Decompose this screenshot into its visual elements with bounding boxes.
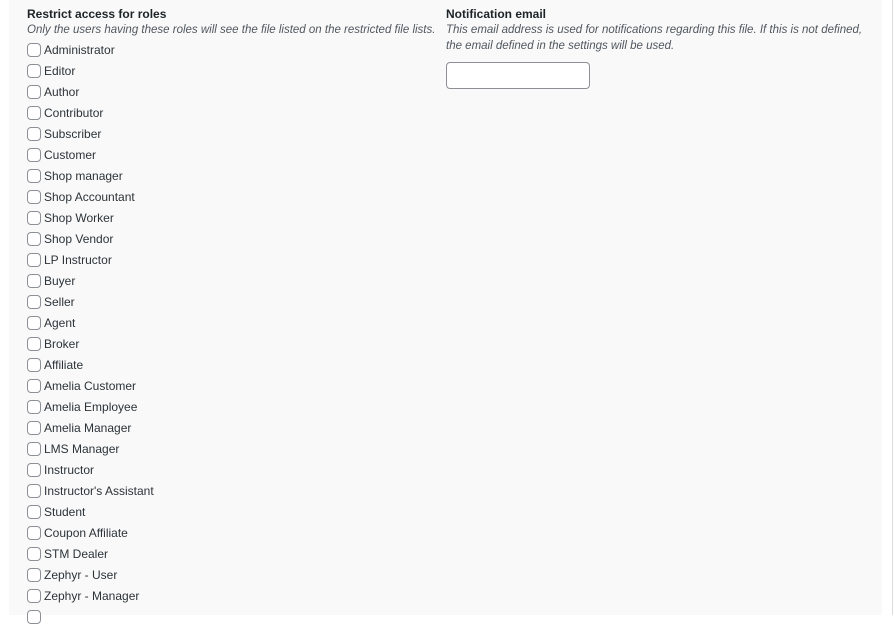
role-checkbox[interactable] — [27, 147, 41, 162]
role-label[interactable]: LP Instructor — [44, 252, 112, 268]
role-option[interactable]: Shop Worker — [27, 207, 437, 228]
role-label[interactable]: Buyer — [44, 273, 75, 289]
role-checkbox[interactable] — [27, 609, 41, 624]
role-option[interactable]: LMS Manager — [27, 438, 437, 459]
role-label[interactable]: Zephyr - User — [44, 567, 117, 583]
role-label[interactable]: Shop Worker — [44, 210, 114, 226]
notification-email-description: This email address is used for notificat… — [446, 24, 863, 52]
role-checkbox[interactable] — [27, 126, 41, 141]
role-option[interactable]: Shop Vendor — [27, 228, 437, 249]
notification-email-section: Notification email This email address is… — [446, 6, 866, 89]
restrict-roles-description: Only the users having these roles will s… — [27, 24, 436, 36]
role-label[interactable]: Shop Vendor — [44, 231, 113, 247]
role-checkbox[interactable] — [27, 462, 41, 477]
notification-email-input[interactable] — [446, 62, 590, 89]
role-checkbox[interactable] — [27, 273, 41, 288]
role-option[interactable]: Customer — [27, 144, 437, 165]
role-label[interactable]: Editor — [44, 63, 75, 79]
role-label[interactable]: Zephyr - Manager — [44, 588, 139, 604]
role-checkbox[interactable] — [27, 231, 41, 246]
role-option[interactable]: Editor — [27, 60, 437, 81]
role-label[interactable]: Broker — [44, 336, 79, 352]
role-option[interactable]: Broker — [27, 333, 437, 354]
role-label[interactable]: Amelia Manager — [44, 420, 131, 436]
role-checkbox[interactable] — [27, 63, 41, 78]
role-label[interactable]: Shop manager — [44, 168, 123, 184]
role-label[interactable]: STM Dealer — [44, 546, 108, 562]
role-checkbox[interactable] — [27, 483, 41, 498]
role-label[interactable]: Administrator — [44, 42, 115, 58]
role-checkbox[interactable] — [27, 420, 41, 435]
role-option[interactable]: Agent — [27, 312, 437, 333]
role-label[interactable]: Agent — [44, 315, 75, 331]
role-checkbox[interactable] — [27, 252, 41, 267]
role-option[interactable]: Instructor's Assistant — [27, 480, 437, 501]
role-label[interactable]: Instructor's Assistant — [44, 483, 154, 499]
role-label[interactable]: Instructor — [44, 462, 94, 478]
role-label[interactable]: Contributor — [44, 105, 103, 121]
role-option[interactable]: Administrator — [27, 39, 437, 60]
role-option[interactable]: Student — [27, 501, 437, 522]
role-checkbox[interactable] — [27, 189, 41, 204]
role-label[interactable]: Student — [44, 504, 85, 520]
role-label[interactable]: Author — [44, 84, 79, 100]
role-option[interactable] — [27, 606, 437, 627]
role-option[interactable]: Buyer — [27, 270, 437, 291]
role-checkbox[interactable] — [27, 504, 41, 519]
role-checkbox[interactable] — [27, 336, 41, 351]
role-option[interactable]: Amelia Customer — [27, 375, 437, 396]
role-checkbox[interactable] — [27, 357, 41, 372]
role-checkbox[interactable] — [27, 525, 41, 540]
role-checkbox[interactable] — [27, 588, 41, 603]
role-checkbox[interactable] — [27, 378, 41, 393]
notification-email-title: Notification email — [446, 7, 547, 21]
role-checkbox[interactable] — [27, 399, 41, 414]
role-checkbox[interactable] — [27, 210, 41, 225]
role-checkbox[interactable] — [27, 546, 41, 561]
role-option[interactable]: STM Dealer — [27, 543, 437, 564]
role-option[interactable]: Instructor — [27, 459, 437, 480]
role-option[interactable]: Shop manager — [27, 165, 437, 186]
role-option[interactable]: Subscriber — [27, 123, 437, 144]
role-option[interactable]: Contributor — [27, 102, 437, 123]
role-option[interactable]: LP Instructor — [27, 249, 437, 270]
role-option[interactable]: Amelia Manager — [27, 417, 437, 438]
role-checkbox[interactable] — [27, 315, 41, 330]
role-label[interactable]: Coupon Affiliate — [44, 525, 128, 541]
role-option[interactable]: Zephyr - Manager — [27, 585, 437, 606]
role-label[interactable]: Shop Accountant — [44, 189, 135, 205]
role-option[interactable]: Amelia Employee — [27, 396, 437, 417]
role-label[interactable]: Amelia Customer — [44, 378, 136, 394]
role-label[interactable]: LMS Manager — [44, 441, 119, 457]
role-checkbox[interactable] — [27, 105, 41, 120]
role-checkbox[interactable] — [27, 441, 41, 456]
role-option[interactable]: Zephyr - User — [27, 564, 437, 585]
role-label[interactable]: Seller — [44, 294, 75, 310]
role-option[interactable]: Seller — [27, 291, 437, 312]
role-checkbox[interactable] — [27, 42, 41, 57]
role-label[interactable]: Affiliate — [44, 357, 83, 373]
restrict-roles-section: Restrict access for roles Only the users… — [27, 6, 437, 627]
role-option[interactable]: Shop Accountant — [27, 186, 437, 207]
role-label[interactable]: Subscriber — [44, 126, 101, 142]
role-checkbox[interactable] — [27, 168, 41, 183]
role-label[interactable]: Customer — [44, 147, 96, 163]
roles-checkbox-list: Administrator Editor Author Contributor Subs… — [27, 39, 437, 627]
role-option[interactable]: Coupon Affiliate — [27, 522, 437, 543]
role-checkbox[interactable] — [27, 567, 41, 582]
role-label[interactable]: Amelia Employee — [44, 399, 137, 415]
role-option[interactable]: Author — [27, 81, 437, 102]
role-checkbox[interactable] — [27, 84, 41, 99]
panel-border — [892, 0, 893, 615]
restrict-roles-title: Restrict access for roles — [27, 7, 167, 21]
role-checkbox[interactable] — [27, 294, 41, 309]
role-option[interactable]: Affiliate — [27, 354, 437, 375]
